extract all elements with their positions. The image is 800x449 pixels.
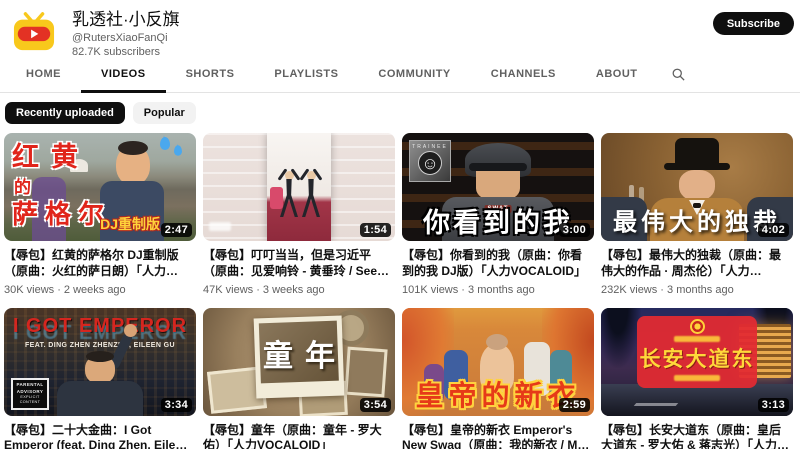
thumbnail-figure — [280, 171, 298, 217]
video-meta: 101K views · 3 months ago — [402, 284, 594, 296]
tab-channels[interactable]: CHANNELS — [471, 56, 576, 93]
tree-decoration — [601, 308, 641, 368]
channel-header: 乳透社·小反旗 @RutersXiaoFanQi 82.7K subscribe… — [0, 0, 800, 56]
video-thumbnail[interactable]: 最伟大的独裁 4:02 — [601, 133, 793, 241]
thumbnail-text: 萨格尔 — [12, 194, 111, 231]
thumbnail-figure — [57, 381, 143, 416]
video-title[interactable]: 【辱包】皇帝的新衣 Emperor's New Swag（原曲：我的新衣 / M… — [402, 423, 592, 449]
water-drop-icon — [174, 145, 182, 155]
video-card: I GOT EMPEROR FEAT. DING ZHEN ZHENZHU, E… — [4, 308, 196, 449]
video-card: 红黄 的 萨格尔 DJ重制版 2:47 【辱包】红黄的萨格尔 DJ重制版（原曲：… — [4, 133, 196, 296]
video-duration: 3:34 — [161, 398, 192, 412]
video-card: 皇帝的新衣 2:59 【辱包】皇帝的新衣 Emperor's New Swag（… — [402, 308, 594, 449]
channel-tabs: HOME VIDEOS SHORTS PLAYLISTS COMMUNITY C… — [0, 56, 800, 93]
parental-advisory-label: PARENTAL ADVISORY EXPLICIT CONTENT — [11, 378, 49, 409]
thumbnail-text: FEAT. DING ZHEN ZHENZHU, EILEEN GU — [4, 342, 196, 349]
video-meta: 232K views · 3 months ago — [601, 284, 793, 296]
video-duration: 4:02 — [758, 223, 789, 237]
national-emblem-icon — [690, 319, 705, 334]
video-thumbnail[interactable]: 皇帝的新衣 2:59 — [402, 308, 594, 416]
tab-about[interactable]: ABOUT — [576, 56, 658, 93]
video-card: TRAINEE ☺ SWAT 你看到的我 3:00 【辱包】你看到的我（原曲：你… — [402, 133, 594, 296]
advisory-text: PARENTAL ADVISORY — [14, 382, 46, 395]
video-thumbnail[interactable]: TRAINEE ☺ SWAT 你看到的我 3:00 — [402, 133, 594, 241]
thumbnail-figure — [302, 171, 320, 217]
channel-name: 乳透社·小反旗 — [72, 10, 180, 30]
thumbnail-text: 长安大道东 — [640, 343, 755, 373]
thumbnail-text: I GOT EMPEROR — [4, 315, 196, 338]
thumbnail-text: 红黄 — [12, 135, 90, 174]
video-duration: 3:13 — [758, 398, 789, 412]
video-title[interactable]: 【辱包】最伟大的独裁（原曲：最伟大的作品 · 周杰伦）「人力VOCALOID」 — [601, 248, 791, 280]
thumbnail-small-text — [674, 375, 720, 381]
video-duration: 3:00 — [559, 223, 590, 237]
tab-playlists[interactable]: PLAYLISTS — [254, 56, 358, 93]
video-duration: 1:54 — [360, 223, 391, 237]
thumbnail-figure — [679, 170, 715, 201]
video-meta: 30K views · 2 weeks ago — [4, 284, 196, 296]
thumbnail-figure — [469, 163, 527, 171]
smiley-icon: ☺ — [418, 151, 442, 175]
video-card: 最伟大的独裁 4:02 【辱包】最伟大的独裁（原曲：最伟大的作品 · 周杰伦）「… — [601, 133, 793, 296]
thumbnail-text: 童年 — [251, 331, 347, 375]
thumbnail-badge-text: DJ重制版 — [100, 214, 160, 234]
video-title[interactable]: 【辱包】童年（原曲：童年 - 罗大佑）「人力VOCALOID」 — [203, 423, 393, 449]
thumbnail-small-text — [674, 336, 720, 342]
thumbnail-figure — [116, 145, 150, 185]
video-card: 1:54 【辱包】叮叮当当，但是习近平（原曲：见爱响铃 - 黄垂玲 / See … — [203, 133, 395, 296]
video-title[interactable]: 【辱包】红黄的萨格尔 DJ重制版（原曲：火红的萨日朗）「人力VOCALOID」 — [4, 248, 194, 280]
photo-decoration — [344, 346, 387, 397]
chip-popular[interactable]: Popular — [133, 102, 196, 124]
video-thumbnail[interactable]: 长安大道东 3:13 — [601, 308, 793, 416]
tab-community[interactable]: COMMUNITY — [358, 56, 470, 93]
advisory-text: EXPLICIT CONTENT — [14, 395, 46, 406]
video-thumbnail[interactable]: 1:54 — [203, 133, 395, 241]
video-card: 童年 3:54 【辱包】童年（原曲：童年 - 罗大佑）「人力VOCALOID」 … — [203, 308, 395, 449]
album-label: TRAINEE — [412, 144, 448, 150]
subscribe-button[interactable]: Subscribe — [713, 12, 794, 35]
video-title[interactable]: 【辱包】你看到的我（原曲：你看到的我 DJ版）「人力VOCALOID」 — [402, 248, 592, 280]
channel-avatar[interactable] — [10, 8, 58, 56]
thumbnail-figure — [85, 355, 115, 384]
album-art: TRAINEE ☺ — [409, 140, 451, 182]
thumbnail-art — [267, 133, 331, 241]
channel-search-button[interactable] — [657, 56, 700, 93]
video-card: 长安大道东 3:13 【辱包】长安大道东（原曲：皇后大道东 - 罗大佑 & 蒋志… — [601, 308, 793, 449]
video-title[interactable]: 【辱包】叮叮当当，但是习近平（原曲：见爱响铃 - 黄垂玲 / See Tình … — [203, 248, 393, 280]
chip-recently-uploaded[interactable]: Recently uploaded — [5, 102, 125, 124]
channel-handle: @RutersXiaoFanQi — [72, 32, 180, 44]
video-duration: 3:54 — [360, 398, 391, 412]
top-hat-icon — [675, 138, 719, 165]
video-thumbnail[interactable]: 童年 3:54 — [203, 308, 395, 416]
thumbnail-watermark — [209, 222, 231, 231]
thumbnail-figure — [486, 334, 508, 350]
tab-shorts[interactable]: SHORTS — [166, 56, 255, 93]
tv-play-icon — [11, 11, 57, 53]
subscriber-count: 82.7K subscribers — [72, 46, 180, 58]
video-duration: 2:47 — [161, 223, 192, 237]
road-decoration — [634, 403, 679, 406]
tab-home[interactable]: HOME — [6, 56, 81, 93]
video-duration: 2:59 — [559, 398, 590, 412]
video-meta: 47K views · 3 weeks ago — [203, 284, 395, 296]
thumbnail-figure — [124, 324, 137, 337]
tab-videos[interactable]: VIDEOS — [81, 56, 166, 93]
filter-chips: Recently uploaded Popular — [0, 93, 800, 133]
search-icon — [671, 67, 686, 82]
sweat-droplets-emoji — [160, 137, 186, 159]
video-title[interactable]: 【辱包】二十大金曲：I Got Emperor (feat. Ding Zhen… — [4, 423, 194, 449]
video-thumbnail[interactable]: I GOT EMPEROR FEAT. DING ZHEN ZHENZHU, E… — [4, 308, 196, 416]
water-drop-icon — [160, 137, 170, 150]
video-thumbnail[interactable]: 红黄 的 萨格尔 DJ重制版 2:47 — [4, 133, 196, 241]
video-title[interactable]: 【辱包】长安大道东（原曲：皇后大道东 - 罗大佑 & 蒋志光）「人力VOCALO… — [601, 423, 791, 449]
top-hat-icon — [664, 163, 730, 170]
video-grid: 红黄 的 萨格尔 DJ重制版 2:47 【辱包】红黄的萨格尔 DJ重制版（原曲：… — [0, 133, 800, 449]
red-banner: 长安大道东 — [637, 316, 757, 388]
